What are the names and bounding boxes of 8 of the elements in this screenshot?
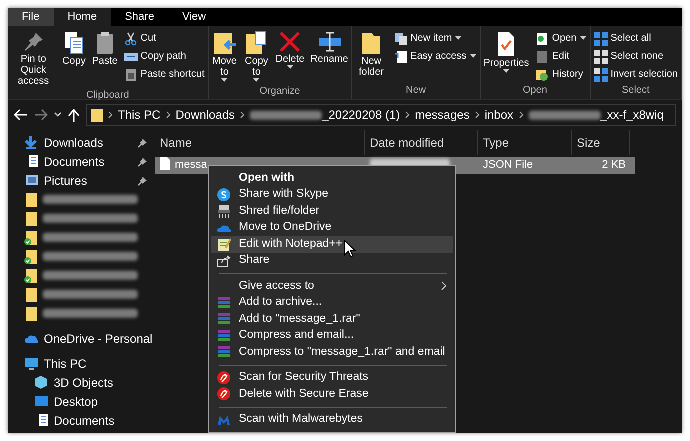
file-name: messa (175, 158, 208, 174)
group-label: Clipboard (85, 89, 130, 103)
file-size: 2 KB (602, 159, 626, 172)
group-label: New (405, 84, 428, 98)
file-type: JSON File (483, 159, 534, 172)
group-label: Organize (258, 85, 302, 99)
group-label: Open (522, 84, 548, 98)
group-label: Select (620, 84, 651, 98)
